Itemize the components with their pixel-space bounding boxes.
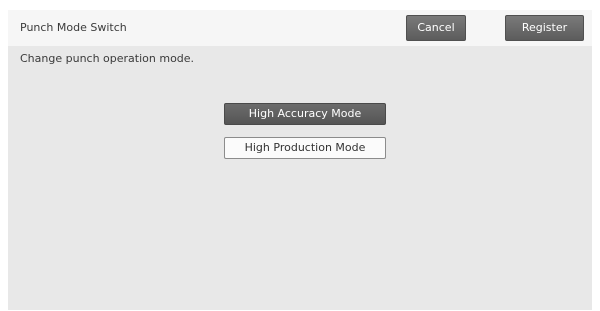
header-bar: Punch Mode Switch Cancel Register bbox=[8, 10, 592, 46]
page-title: Punch Mode Switch bbox=[20, 21, 127, 34]
punch-mode-screen: Punch Mode Switch Cancel Register Change… bbox=[8, 10, 592, 310]
instruction-text: Change punch operation mode. bbox=[20, 52, 195, 65]
cancel-button[interactable]: Cancel bbox=[406, 15, 466, 41]
register-button[interactable]: Register bbox=[505, 15, 584, 41]
high-accuracy-mode-button[interactable]: High Accuracy Mode bbox=[224, 103, 386, 125]
content-panel: Change punch operation mode. High Accura… bbox=[8, 46, 592, 310]
high-production-mode-button[interactable]: High Production Mode bbox=[224, 137, 386, 159]
